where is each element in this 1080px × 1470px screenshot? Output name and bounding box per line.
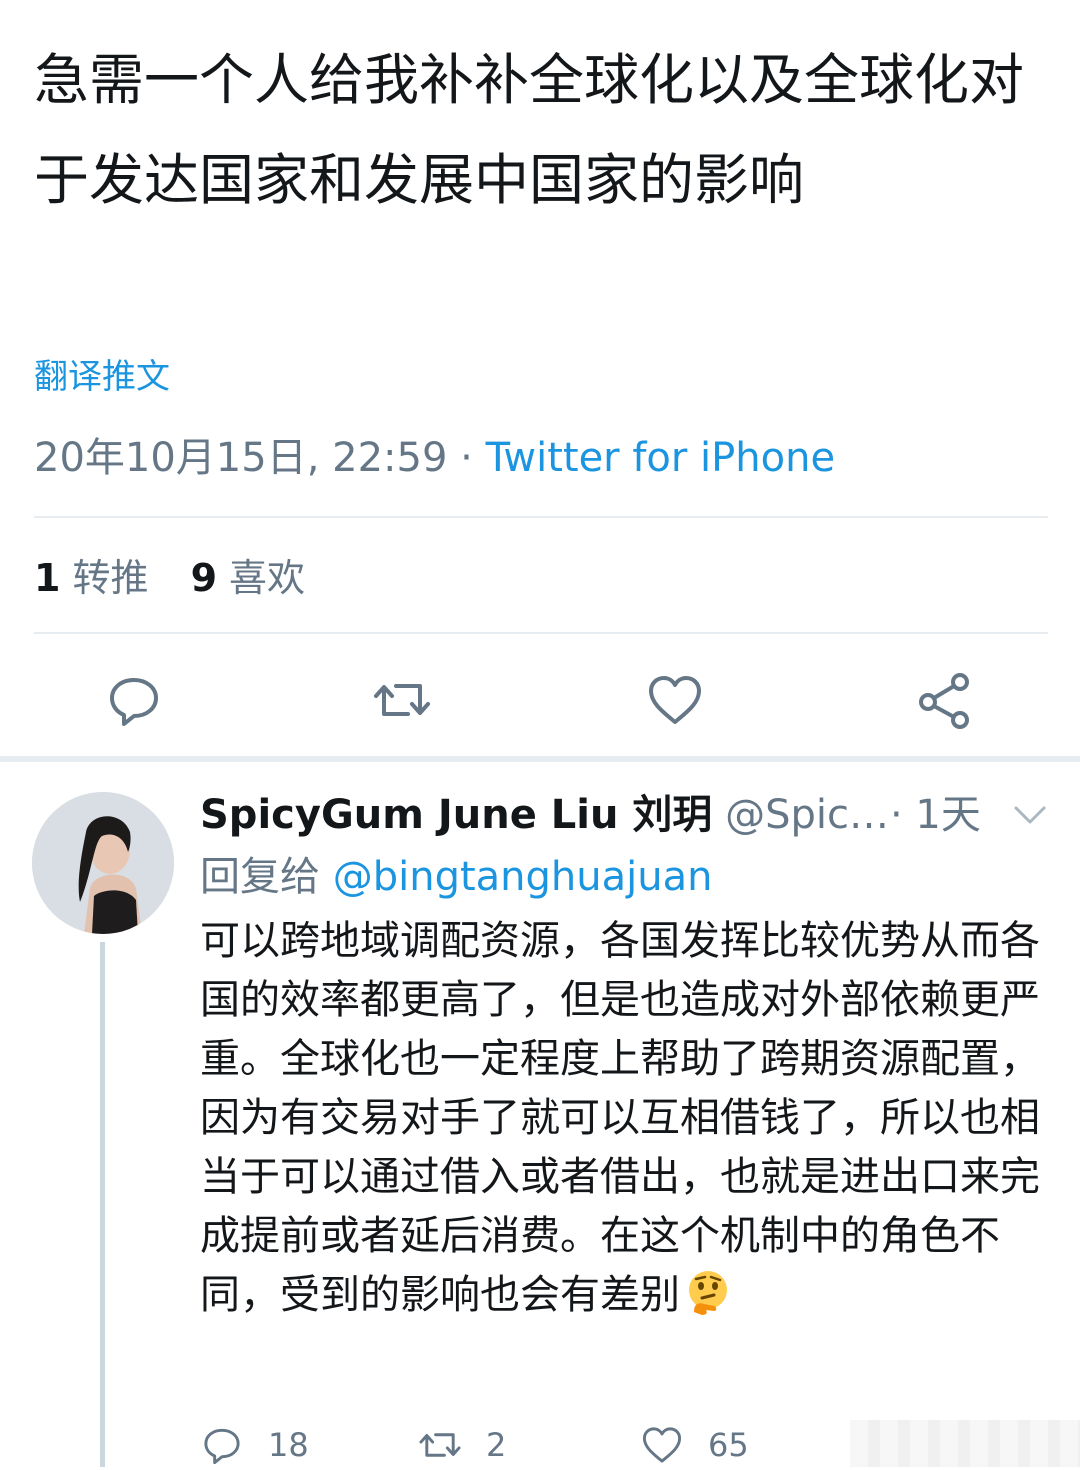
reply-header: SpicyGum June Liu 刘玥 @Spic… · 1天 (200, 786, 1060, 844)
like-stat-label: 喜欢 (229, 556, 306, 600)
tweet-stats: 1 转推 9 喜欢 (34, 550, 335, 606)
retweet-stat-label: 转推 (72, 556, 149, 600)
reply-to-line: 回复给 @bingtanghuajuan (200, 848, 712, 906)
reply-to-label: 回复给 (200, 854, 320, 900)
reply-icon (204, 1428, 240, 1465)
reply-handle[interactable]: @Spic… (725, 792, 889, 838)
avatar[interactable] (32, 792, 174, 934)
heart-icon (649, 676, 701, 724)
translate-tweet-link[interactable]: 翻译推文 (34, 352, 170, 402)
reply-button[interactable] (104, 670, 164, 730)
reply-display-name[interactable]: SpicyGum June Liu 刘玥 (200, 792, 712, 838)
reply-icon (110, 678, 158, 726)
thread-line (100, 942, 105, 1467)
tweet-action-bar (0, 660, 1080, 740)
reply-retweet-button[interactable]: 2 (418, 1420, 506, 1470)
share-icon (919, 673, 969, 729)
tweet-meta: 20年10月15日, 22:59 · Twitter for iPhone (34, 430, 835, 486)
heart-icon (642, 1427, 682, 1463)
retweet-button[interactable] (372, 670, 432, 730)
reply-time: · 1天 (890, 792, 981, 838)
chevron-down-icon[interactable] (1012, 800, 1048, 830)
avatar-photo (32, 792, 174, 934)
reply-body: 可以跨地域调配资源，各国发挥比较优势从而各国的效率都更高了，但是也造成对外部依赖… (200, 912, 1040, 1325)
reply-like-count: 65 (708, 1426, 749, 1464)
tweet-timestamp: 20年10月15日, 22:59 (34, 435, 448, 481)
divider (34, 632, 1048, 634)
reply-retweet-count: 2 (486, 1426, 507, 1464)
tweet-source-link[interactable]: Twitter for iPhone (486, 435, 836, 481)
like-button[interactable] (645, 670, 705, 730)
meta-separator: · (447, 435, 486, 481)
like-count: 9 (190, 556, 218, 600)
retweet-icon (419, 1433, 461, 1457)
share-button[interactable] (914, 670, 974, 730)
retweet-count: 1 (34, 556, 61, 600)
divider (34, 516, 1048, 518)
tweet-text: 急需一个人给我补补全球化以及全球化对于发达国家和发展中国家的影响 (34, 48, 1025, 212)
like-stat[interactable]: 9 喜欢 (191, 550, 305, 606)
reply-body-text: 可以跨地域调配资源，各国发挥比较优势从而各国的效率都更高了，但是也造成对外部依赖… (200, 918, 1040, 1318)
thread-separator (0, 756, 1080, 762)
thinking-face-icon (689, 1271, 727, 1315)
reply-like-button[interactable]: 65 (640, 1420, 749, 1470)
reply-to-mention[interactable]: @bingtanghuajuan (333, 854, 713, 900)
retweet-icon (374, 684, 430, 716)
reply-count: 18 (268, 1426, 309, 1464)
reply-reply-button[interactable]: 18 (200, 1420, 309, 1470)
watermark (850, 1420, 1080, 1467)
retweet-stat[interactable]: 1 转推 (34, 550, 148, 606)
